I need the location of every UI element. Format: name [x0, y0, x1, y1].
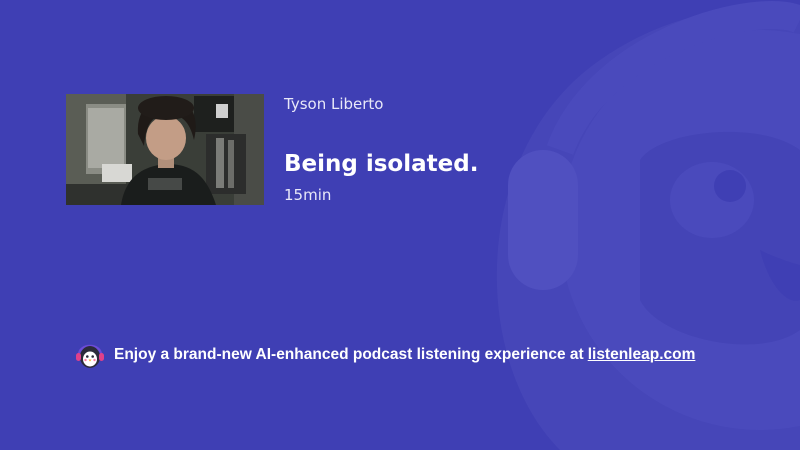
- episode-title[interactable]: Being isolated.: [284, 149, 478, 179]
- promo-banner: Enjoy a brand-new AI-enhanced podcast li…: [74, 340, 695, 370]
- episode-duration: 15min: [284, 186, 332, 204]
- podcast-thumbnail-image: [66, 94, 264, 205]
- episode-thumbnail[interactable]: [66, 94, 264, 205]
- promo-link[interactable]: listenleap.com: [588, 346, 696, 364]
- promo-text: Enjoy a brand-new AI-enhanced podcast li…: [114, 346, 584, 363]
- penguin-headphones-icon: [76, 344, 104, 368]
- episode-author[interactable]: Tyson Liberto: [284, 94, 383, 114]
- background-mascot-icon: [496, 1, 800, 450]
